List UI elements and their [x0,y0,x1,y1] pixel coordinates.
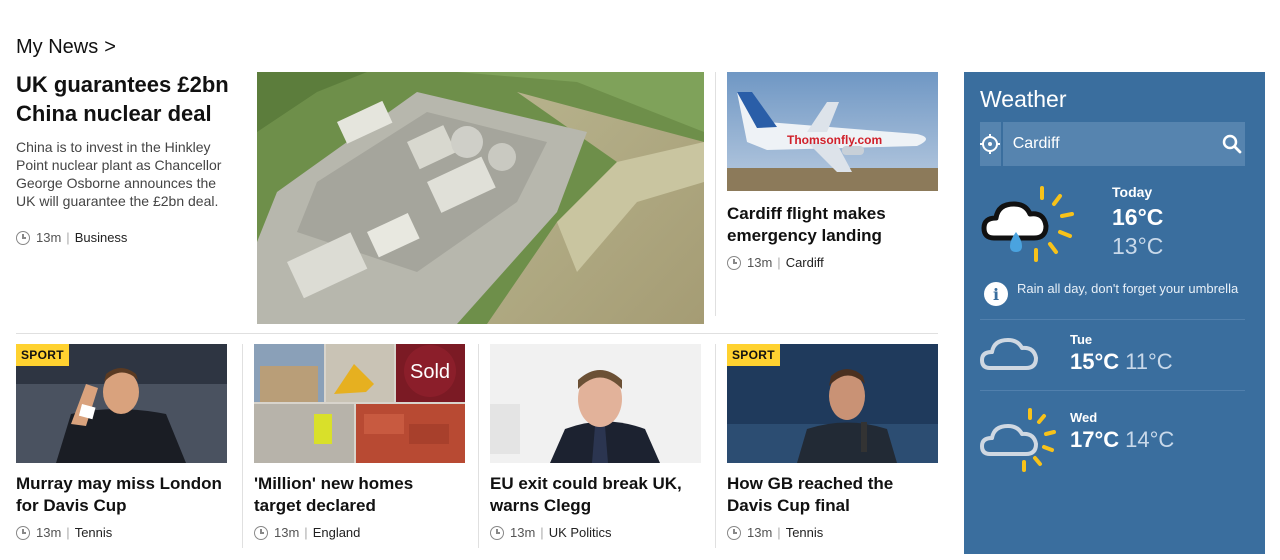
card-meta: 13m | England [254,525,465,540]
clock-icon [254,525,268,540]
story-card[interactable]: SPORT How GB reached the Davis Cup final… [727,344,938,540]
forecast-min-temp: 14°C [1125,427,1175,452]
card-headline[interactable]: Murray may miss London for Davis Cup [16,473,227,517]
my-news-link[interactable]: My News > [16,36,116,59]
sport-badge: SPORT [16,344,69,366]
chevron-right-icon: > [104,36,116,58]
sport-badge: SPORT [727,344,780,366]
sold-sign-text: Sold [410,361,450,383]
divider [980,319,1245,320]
timestamp: 13m [747,255,773,270]
card-meta: 13m | Tennis [16,525,227,540]
story-card[interactable]: EU exit could break UK, warns Clegg 13m … [490,344,701,540]
divider [478,344,479,548]
today-label: Today [1112,184,1153,200]
lead-meta: 13m | Business [16,230,236,245]
lead-headline[interactable]: UK guarantees £2bn China nuclear deal [16,70,236,128]
weather-title[interactable]: Weather [980,86,1067,113]
plane-livery-text: Thomsonfly.com [787,133,882,147]
search-button[interactable] [1220,122,1245,166]
divider [715,72,716,316]
today-max-temp: 16°C [1112,204,1164,230]
timestamp: 13m [274,525,300,540]
info-icon: i [984,282,1008,306]
card-headline[interactable]: 'Million' new homes target declared [254,473,465,517]
timestamp: 13m [747,525,773,540]
category-link[interactable]: UK Politics [549,525,612,540]
weather-summary-text: Rain all day, don't forget your umbrella [1017,281,1239,296]
clock-icon [16,525,30,540]
section-title: My News [16,36,99,58]
housing-image[interactable]: Sold [254,344,465,463]
category-link[interactable]: Business [75,230,128,245]
category-link[interactable]: Cardiff [786,255,824,270]
weather-panel: Weather Cardiff Today 16°C 13°C i Rain a… [964,72,1265,554]
timestamp: 13m [36,230,62,245]
clock-icon [16,230,30,245]
search-icon [1223,134,1242,154]
timestamp: 13m [510,525,536,540]
divider [16,333,938,334]
forecast-min-temp: 11°C [1125,349,1173,374]
today-forecast[interactable]: Today 16°C 13°C [1112,184,1163,260]
lead-summary: China is to invest in the Hinkley Point … [16,139,222,209]
cloud-sun-rain-icon [980,182,1084,271]
category-link[interactable]: England [313,525,361,540]
timestamp: 13m [36,525,62,540]
sun-cloud-icon [980,408,1060,479]
clegg-image[interactable] [490,344,701,463]
forecast-max-temp: 15°C [1070,349,1120,374]
davis-cup-image[interactable]: SPORT [727,344,938,463]
weather-summary: i Rain all day, don't forget your umbrel… [984,280,1244,306]
cloud-icon [980,330,1040,379]
today-min-temp: 13°C [1112,233,1164,259]
category-link[interactable]: Tennis [786,525,824,540]
side-story[interactable]: Thomsonfly.com Cardiff flight makes emer… [727,72,938,270]
forecast-day: Tue [1070,332,1093,347]
murray-image[interactable]: SPORT [16,344,227,463]
story-card[interactable]: Sold 'Million' new homes target declared… [254,344,465,540]
divider [242,344,243,548]
side-headline[interactable]: Cardiff flight makes emergency landing [727,203,938,247]
location-input[interactable] [1002,122,1220,166]
divider [980,390,1245,391]
side-meta: 13m | Cardiff [727,255,938,270]
forecast-row-wed[interactable]: Wed 17°C 14°C [980,408,1245,478]
card-headline[interactable]: How GB reached the Davis Cup final [727,473,938,517]
card-meta: 13m | UK Politics [490,525,701,540]
location-search [980,122,1245,166]
clock-icon [490,525,504,540]
divider [715,344,716,548]
category-link[interactable]: Tennis [75,525,113,540]
forecast-day: Wed [1070,410,1098,425]
card-meta: 13m | Tennis [727,525,938,540]
story-card[interactable]: SPORT Murray may miss London for Davis C… [16,344,227,540]
plane-image[interactable]: Thomsonfly.com [727,72,938,191]
clock-icon [727,525,741,540]
card-headline[interactable]: EU exit could break UK, warns Clegg [490,473,701,517]
lead-image-nuclear-plant[interactable] [257,72,704,324]
locate-me-button[interactable] [980,122,1003,166]
crosshair-icon [980,134,1001,154]
forecast-max-temp: 17°C [1070,427,1120,452]
clock-icon [727,255,741,270]
